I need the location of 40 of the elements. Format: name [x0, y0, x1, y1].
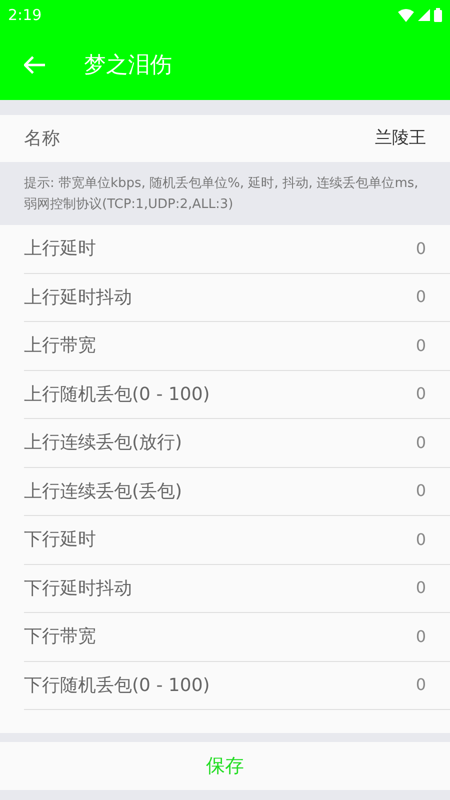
setting-value: 0 — [416, 432, 426, 454]
hint-text: 提示: 带宽单位kbps, 随机丢包单位%, 延时, 抖动, 连续丢包单位ms, 弱网控制协议(TCP:1,UDP:2,ALL:3) — [24, 174, 420, 214]
setting-row[interactable]: 下行带宽 0 — [24, 613, 450, 662]
name-label: 名称 — [24, 127, 60, 151]
setting-value: 0 — [416, 286, 426, 308]
setting-row[interactable]: 下行随机丢包(0 - 100) 0 — [24, 662, 450, 710]
name-value: 兰陵王 — [375, 126, 426, 150]
setting-label: 上行随机丢包(0 - 100) — [24, 382, 210, 407]
setting-label: 下行延时 — [24, 528, 96, 552]
setting-label: 上行延时 — [24, 237, 96, 262]
battery-icon — [434, 8, 442, 22]
setting-label: 上行连续丢包(丢包) — [24, 480, 182, 504]
setting-row[interactable]: 下行延时抖动 0 — [24, 564, 450, 613]
setting-label: 下行延时抖动 — [24, 576, 132, 601]
setting-row[interactable]: 上行连续丢包(丢包) 0 — [24, 468, 450, 516]
setting-label: 上行延时抖动 — [24, 286, 132, 310]
setting-value: 0 — [416, 528, 426, 551]
setting-value: 0 — [416, 238, 426, 260]
setting-label: 下行带宽 — [24, 625, 96, 650]
setting-value: 0 — [416, 577, 426, 600]
signal-icon — [418, 9, 430, 21]
wifi-icon — [398, 8, 414, 22]
setting-value: 0 — [416, 383, 426, 406]
setting-value: 0 — [416, 674, 426, 696]
setting-value: 0 — [416, 626, 426, 648]
page-title: 梦之泪伤 — [84, 52, 172, 80]
setting-label: 上行连续丢包(放行) — [24, 431, 182, 456]
setting-row[interactable]: 上行延时抖动 0 — [24, 274, 450, 322]
setting-row[interactable]: 上行随机丢包(0 - 100) 0 — [24, 370, 450, 419]
setting-row[interactable]: 下行延时 0 — [24, 516, 450, 564]
setting-value: 0 — [416, 480, 426, 502]
status-time: 2:19 — [8, 4, 42, 26]
back-icon[interactable] — [24, 56, 46, 74]
name-row[interactable]: 名称 兰陵王 — [0, 115, 450, 162]
setting-label: 上行带宽 — [24, 334, 96, 358]
setting-label: 下行随机丢包(0 - 100) — [24, 674, 210, 698]
setting-row[interactable]: 上行延时 0 — [24, 225, 450, 274]
setting-value: 0 — [416, 334, 426, 357]
setting-row[interactable]: 上行带宽 0 — [24, 322, 450, 370]
setting-row[interactable]: 上行连续丢包(放行) 0 — [24, 419, 450, 468]
